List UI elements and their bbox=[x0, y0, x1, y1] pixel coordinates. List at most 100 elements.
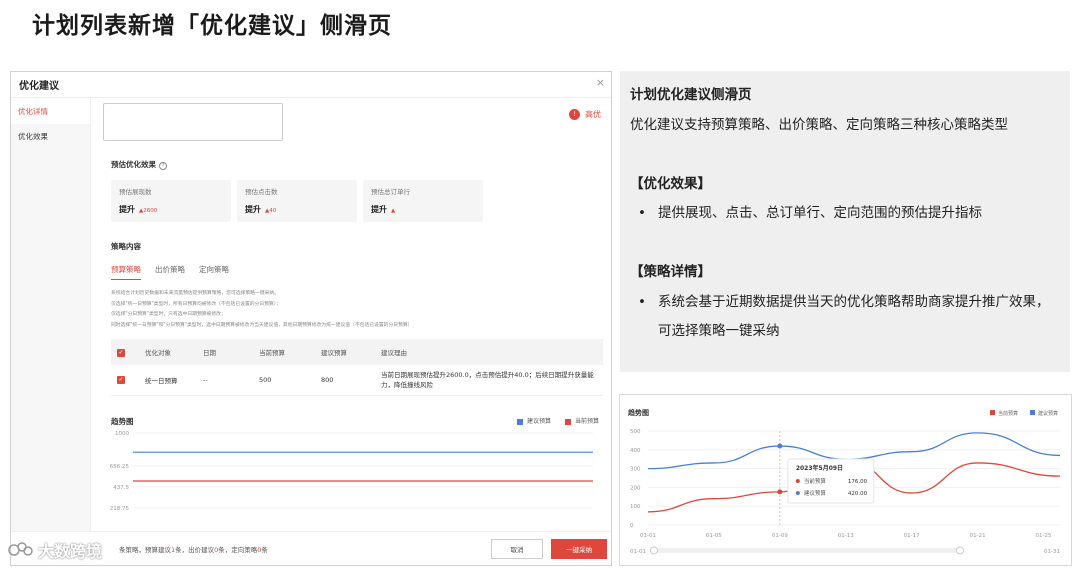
desc-line: 同时选择"统一日预算"和"分日预算"类型时，选中日期预算被修改为当天建议值，其他… bbox=[111, 322, 413, 328]
cell-reason: 当前日期展现预估提升2600.0，点击预估提升40.0；后续日期提升获量能力，降… bbox=[375, 365, 603, 396]
desc-line: 仅选择"统一日预算"类型时，所有日预算均被修改（不包括已设置的分日预算）； bbox=[111, 301, 281, 307]
cell-date: -- bbox=[197, 365, 253, 396]
tab-targeting[interactable]: 定向策略 bbox=[199, 264, 229, 280]
tooltip-dot bbox=[795, 491, 800, 495]
tooltip-dot bbox=[795, 479, 800, 483]
tooltip-value: 176.00 bbox=[848, 479, 868, 485]
range-handle bbox=[650, 546, 658, 555]
col-header: 建议预算 bbox=[315, 339, 375, 365]
priority-label: 高优 bbox=[585, 110, 601, 119]
table-header-row: ✓ 优化对象 日期 当前预算 建议预算 建议理由 bbox=[111, 339, 603, 365]
legend-swatch bbox=[990, 410, 995, 415]
effect-title-text: 预估优化效果 bbox=[111, 160, 156, 169]
range-slider-track bbox=[652, 548, 962, 553]
x-tick-label: 01-09 bbox=[772, 533, 788, 539]
note-title: 计划优化建议侧滑页 bbox=[630, 87, 752, 103]
up-arrow-delta: ▲2600 bbox=[139, 208, 158, 214]
watermark-logo: 大数跨境 bbox=[8, 538, 102, 562]
legend-swatch bbox=[1030, 410, 1035, 415]
strategy-section-title: 策略内容 bbox=[111, 242, 141, 251]
y-tick-label: 1000 bbox=[115, 431, 129, 437]
panel-header: 优化建议 × bbox=[11, 72, 611, 98]
trend-chart-svg: 趋势图 当前预算 建议预算010020030040050001-01 01-05 01-… bbox=[627, 408, 1061, 555]
range-start-label: 01-01 bbox=[630, 549, 646, 555]
tooltip-label: 建议预算 bbox=[804, 489, 827, 497]
up-arrow-delta: ▲40 bbox=[265, 208, 277, 214]
x-tick-label: 01-01 bbox=[640, 533, 656, 539]
panel-title: 优化建议 bbox=[19, 81, 59, 92]
strategy-description: 系统结合计划历史数据和未来流量预估提供预算策略，您可选择策略一键采纳。 仅选择"… bbox=[111, 289, 581, 331]
page-title: 计划列表新增「优化建议」侧滑页 bbox=[32, 13, 392, 39]
note-effect-heading: 【优化效果】 bbox=[630, 175, 711, 192]
metric-label: 预估点击数 bbox=[245, 188, 278, 196]
y-tick-label: 500 bbox=[630, 429, 641, 435]
metric-value: 提升 ▲2600 bbox=[119, 205, 158, 214]
row-checkbox[interactable]: ✓ bbox=[111, 365, 139, 396]
description-note: 计划优化建议侧滑页 优化建议支持预算策略、出价策略、定向策略三种核心策略类型 【… bbox=[620, 71, 1070, 372]
note-detail-heading: 【策略详情】 bbox=[630, 264, 711, 280]
note-detail-bullet: • 系统会基于近期数据提供当天的优化策略帮助商家提升推广效果，可选择策略一键采纳 bbox=[638, 293, 1050, 340]
y-tick-label: 0 bbox=[630, 523, 634, 529]
alert-icon: ! bbox=[569, 109, 580, 120]
note-effect-bullet: • 提供展现、点击、总订单行、定向范围的预估提升指标 bbox=[638, 205, 982, 221]
sidebar-item-effect[interactable]: 优化效果 bbox=[11, 124, 90, 149]
close-icon[interactable]: × bbox=[596, 76, 605, 89]
strategy-table: ✓ 优化对象 日期 当前预算 建议预算 建议理由 ✓ 统一日预算 -- 500 … bbox=[111, 339, 603, 396]
tooltip-value: 420.00 bbox=[848, 491, 868, 497]
y-tick-label: 218.75 bbox=[110, 506, 130, 512]
effect-section-title: 预估优化效果? bbox=[111, 159, 167, 170]
metric-value: 提升 ▲40 bbox=[245, 205, 277, 214]
metric-label: 预估展现数 bbox=[119, 188, 152, 196]
metric-card-impressions: 预估展现数 提升 ▲2600 bbox=[111, 180, 231, 222]
x-tick-label: 01-05 bbox=[706, 533, 722, 539]
col-header: 日期 bbox=[197, 339, 253, 365]
range-handle bbox=[956, 546, 964, 555]
trend-chart: 1000 656.25 437.5 218.75 bbox=[110, 431, 593, 512]
cell-suggested: 800 bbox=[315, 365, 375, 396]
select-all-checkbox[interactable]: ✓ bbox=[111, 339, 139, 365]
cell-current: 500 bbox=[253, 365, 315, 396]
metric-label: 预估总订单行 bbox=[371, 188, 410, 196]
x-tick-label: 01-13 bbox=[838, 533, 854, 539]
legend-item[interactable]: 建议预算 bbox=[516, 416, 551, 425]
optimization-side-panel: 优化建议 × 优化详情 优化效果 ! 高优 预估优化效果? 预估展现数 提升 ▲2… bbox=[10, 71, 612, 566]
help-icon[interactable]: ? bbox=[159, 162, 167, 170]
desc-line: 系统结合计划历史数据和未来流量预估提供预算策略，您可选择策略一键采纳。 bbox=[111, 291, 279, 296]
tab-bid[interactable]: 出价策略 bbox=[155, 264, 185, 280]
trend-title: 趋势图 bbox=[111, 417, 134, 426]
col-header: 建议理由 bbox=[375, 339, 603, 365]
x-tick-label: 01-21 bbox=[970, 533, 986, 539]
table-row: ✓ 统一日预算 -- 500 800 当前日期展现预估提升2600.0，点击预估… bbox=[111, 365, 603, 396]
watermark-icon bbox=[8, 542, 33, 556]
tab-budget[interactable]: 预算策略 bbox=[111, 264, 141, 280]
trend-legend: 建议预算 当前预算 bbox=[516, 416, 599, 425]
x-tick-label: 01-25 bbox=[1036, 533, 1052, 539]
strategy-tabs: 预算策略 出价策略 定向策略 bbox=[111, 264, 229, 280]
desc-line: 仅选择"分日预算"类型时，只有选中日期预算被修改； bbox=[111, 312, 226, 317]
y-tick-label: 437.5 bbox=[113, 485, 129, 491]
cancel-button[interactable]: 取消 bbox=[491, 539, 543, 559]
col-header: 优化对象 bbox=[139, 339, 197, 365]
col-header: 当前预算 bbox=[253, 339, 315, 365]
panel-sidebar: 优化详情 优化效果 bbox=[11, 99, 91, 565]
legend-item[interactable]: 当前预算 bbox=[564, 416, 599, 425]
legend-label: 当前预算 bbox=[998, 410, 1018, 417]
tooltip-title: 2023年5月09日 bbox=[796, 464, 843, 472]
summary-box bbox=[103, 103, 283, 141]
y-tick-label: 100 bbox=[630, 504, 641, 510]
tooltip-label: 当前预算 bbox=[804, 477, 827, 485]
trend-chart-preview: 趋势图 当前预算 建议预算 0 100 200 300 400 500 01-01 01-05 01-… bbox=[619, 394, 1072, 566]
note-intro: 优化建议支持预算策略、出价策略、定向策略三种核心策略类型 bbox=[630, 116, 1008, 133]
metric-card-orders: 预估总订单行 提升 ▲ bbox=[363, 180, 483, 222]
sidebar-item-details[interactable]: 优化详情 bbox=[11, 99, 90, 124]
adopt-all-button[interactable]: 一键采纳 bbox=[551, 539, 607, 559]
metric-value: 提升 ▲ bbox=[371, 205, 396, 214]
priority-badge: ! 高优 bbox=[569, 109, 601, 120]
chart-title: 趋势图 bbox=[627, 408, 649, 417]
footer-summary: 条策略，预算建议1条，出价建议0条，定向策略0条 bbox=[119, 546, 268, 554]
hover-point bbox=[777, 443, 783, 449]
range-end-label: 01-31 bbox=[1044, 549, 1060, 555]
cell-object: 统一日预算 bbox=[139, 365, 197, 396]
panel-content: ! 高优 预估优化效果? 预估展现数 提升 ▲2600 预估点击数 提升 ▲40 预… bbox=[11, 99, 611, 565]
hover-point bbox=[777, 489, 783, 495]
